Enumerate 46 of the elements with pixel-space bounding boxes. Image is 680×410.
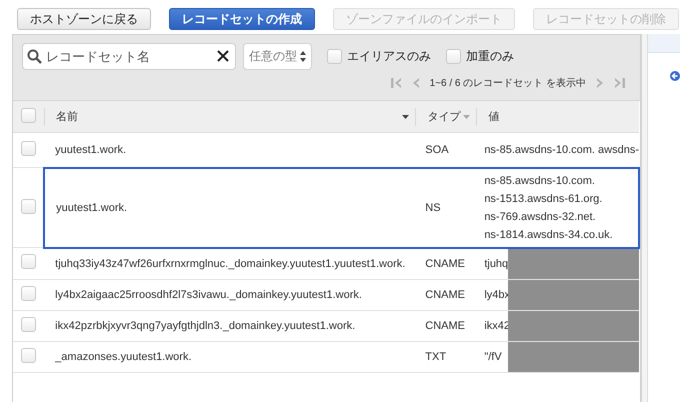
checkbox[interactable] (21, 286, 36, 300)
record-value: ns-1513.awsdns-61.org. (484, 192, 604, 206)
clear-icon[interactable] (217, 50, 229, 62)
column-header[interactable]: 値 (488, 109, 500, 124)
record-type: TXT (425, 350, 446, 362)
record-type: SOA (425, 144, 449, 156)
record-type: NS (425, 202, 441, 214)
checkbox[interactable] (21, 316, 36, 332)
record-type: CNAME (425, 288, 466, 300)
sort-caret-icon[interactable] (402, 114, 410, 118)
record-value: ns-769.awsdns-32.net. (484, 210, 597, 224)
checkbox[interactable] (21, 108, 36, 122)
checkbox[interactable] (446, 48, 461, 64)
first-page-icon[interactable] (390, 77, 402, 89)
record-name: ikx42pzrbkjxyvr3qng7yayfgthjdln3._domainkey.yuutest1.work. (55, 320, 356, 332)
panel-header-strip (648, 34, 680, 53)
search-icon (27, 48, 42, 64)
checkbox[interactable] (327, 48, 342, 64)
record-name: _amazonses.yuutest1.work. (55, 350, 192, 362)
record-name: ly4bx2aigaac25rroosdhf2l7s3ivawu._domainkey.yuutest1.work. (55, 288, 362, 300)
pagination-summary: 1~6 / 6 のレコードセット を表示中 (430, 76, 586, 90)
back-arrow-icon[interactable] (670, 71, 680, 81)
column-header[interactable]: 名前 (56, 109, 78, 124)
last-page-icon[interactable] (614, 77, 626, 89)
action-button[interactable]: ホストゾーンに戻る (17, 8, 151, 30)
checkbox[interactable] (21, 254, 36, 270)
select-arrows-icon (300, 50, 306, 62)
record-value: tjuhq (484, 256, 510, 272)
record-value: ns-1814.awsdns-34.co.uk. (484, 228, 614, 242)
checkbox-label: 加重のみ (466, 48, 514, 64)
checkbox[interactable] (21, 141, 36, 156)
record-name: yuutest1.work. (55, 144, 126, 156)
record-name: tjuhq33iy43z47wf26urfxrnxrmglnuc._domainkey.yuutest1.yuutest1.work. (55, 258, 406, 270)
record-value: "/fV (484, 350, 503, 364)
record-value: ns-85.awsdns-10.com. (484, 174, 596, 188)
record-type: CNAME (425, 258, 466, 270)
record-type: CNAME (425, 320, 466, 332)
search-field[interactable]: レコードセット名 (22, 42, 236, 70)
record-name: yuutest1.work. (56, 202, 128, 214)
type-select[interactable]: 任意の型 (243, 42, 312, 70)
record-value: ns-85.awsdns-10.com. awsdns- (484, 142, 639, 158)
scrollbar[interactable] (642, 34, 648, 402)
action-button[interactable]: レコードセットの作成 (169, 8, 315, 30)
checkbox[interactable] (20, 198, 36, 214)
checkbox[interactable] (21, 348, 36, 362)
checkbox-label: エイリアスのみ (347, 48, 431, 64)
